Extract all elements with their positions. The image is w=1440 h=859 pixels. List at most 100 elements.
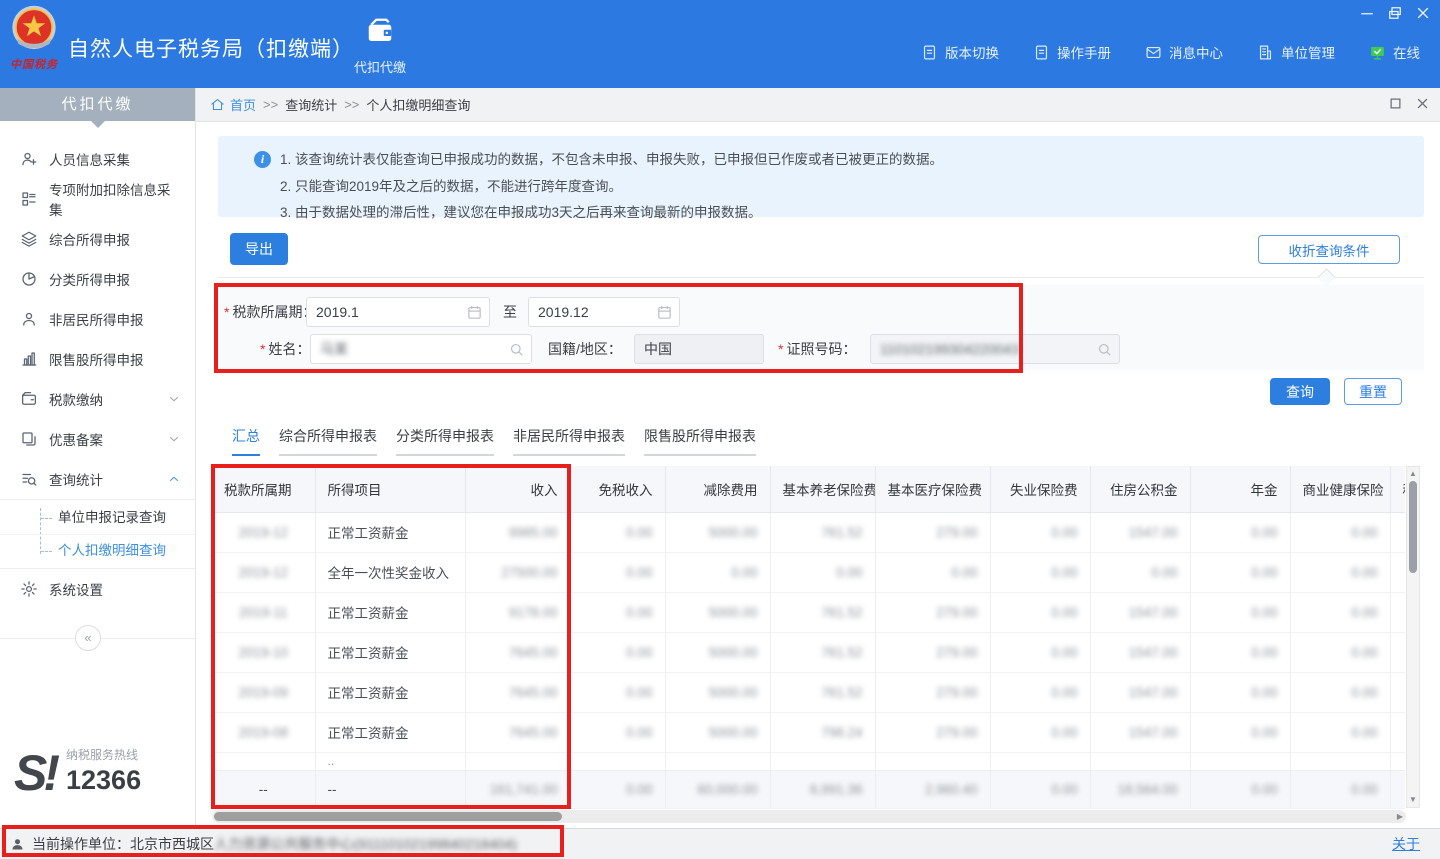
scroll-right-icon[interactable]: ▶ <box>1394 810 1406 823</box>
sidebar-item-query-statistics[interactable]: 查询统计 <box>0 459 195 499</box>
main-panel: 首页 >> 查询统计 >> 个人扣缴明细查询 i 1. 该查询统计表仅能查询已申… <box>196 88 1440 828</box>
cell: 761.52 <box>770 632 875 672</box>
top-menu-version-switch[interactable]: 版本切换 <box>921 42 999 62</box>
tab-summary[interactable]: 汇总 <box>232 426 260 456</box>
horizontal-scrollbar[interactable]: ▶ <box>212 810 1406 823</box>
column-header-2: 收入 <box>465 466 570 512</box>
sidebar-item-label: 非居民所得申报 <box>49 309 144 329</box>
horizontal-scroll-thumb[interactable] <box>214 812 562 821</box>
sidebar-item-classified-income-declare[interactable]: 分类所得申报 <box>0 259 195 299</box>
period-to-input[interactable]: 2019.12 <box>528 297 680 327</box>
sidebar-item-special-deduction-collect[interactable]: 专项附加扣除信息采集 <box>0 179 195 219</box>
vertical-scrollbar[interactable]: ▲ ▼ <box>1406 466 1420 808</box>
panel-close-icon[interactable] <box>1415 96 1430 111</box>
cell: 1547.00 <box>1090 632 1190 672</box>
pie-chart-icon <box>20 270 38 288</box>
sidebar-item-restricted-shares-declare[interactable]: 限售股所得申报 <box>0 339 195 379</box>
tab-comprehensive-income-form[interactable]: 综合所得申报表 <box>279 426 377 456</box>
redacted-value: 0.00 <box>1051 725 1077 740</box>
cell: 279.00 <box>875 632 990 672</box>
sidebar-item-label: 税款缴纳 <box>49 389 103 409</box>
tab-nonresident-income-form[interactable]: 非居民所得申报表 <box>513 426 625 456</box>
sidebar-item-system-settings[interactable]: 系统设置 <box>0 569 195 609</box>
sidebar-subitem-personal-withholding-detail-query[interactable]: 个人扣缴明细查询 <box>0 534 195 566</box>
nationality-input: 中国 <box>634 334 764 364</box>
restore-icon[interactable] <box>1386 4 1404 22</box>
sidebar-collapse-button[interactable]: « <box>75 625 101 651</box>
close-icon[interactable] <box>1414 4 1432 22</box>
cell: -- <box>315 770 465 808</box>
cell: 0.00 <box>570 770 665 808</box>
wallet-icon <box>365 16 395 46</box>
cell: 279.00 <box>875 712 990 752</box>
tab-restricted-shares-form[interactable]: 限售股所得申报表 <box>644 426 756 456</box>
table-row-2: 2019-11正常工资薪金9178.000.005000.00761.52279… <box>212 592 1405 632</box>
sidebar-item-comprehensive-income-declare[interactable]: 综合所得申报 <box>0 219 195 259</box>
search-icon[interactable] <box>1096 341 1113 358</box>
collapse-query-button[interactable]: 收折查询条件 <box>1258 235 1400 264</box>
cell: 18,564.00 <box>1090 770 1190 808</box>
minimize-icon[interactable] <box>1358 4 1376 22</box>
query-button[interactable]: 查询 <box>1270 378 1330 405</box>
scroll-up-icon[interactable]: ▲ <box>1407 468 1419 480</box>
cell <box>1390 672 1405 712</box>
breadcrumb-home[interactable]: 首页 <box>230 95 256 114</box>
name-input[interactable]: 马某 <box>310 334 532 364</box>
building-icon <box>1257 44 1274 61</box>
form-list-icon <box>20 190 38 208</box>
tab-classified-income-form[interactable]: 分类所得申报表 <box>396 426 494 456</box>
status-bar: 当前操作单位：北京市西城区人力资源公共服务中心(9111010219984021… <box>0 828 1440 859</box>
id-number-input[interactable]: 110102199304220043 <box>870 334 1120 364</box>
cell: 2019-08 <box>212 712 315 752</box>
scroll-down-icon[interactable]: ▼ <box>1407 794 1419 806</box>
period-from-input[interactable]: 2019.1 <box>306 297 490 327</box>
cell: 0.00 <box>1290 592 1390 632</box>
reset-button[interactable]: 重置 <box>1344 378 1402 405</box>
tax-bureau-emblem-logo: 中国税务 <box>8 4 66 84</box>
table-row-0: 2019-12正常工资薪金9985.000.005000.00761.52279… <box>212 512 1405 552</box>
cell: 2,960.40 <box>875 770 990 808</box>
panel-restore-icon[interactable] <box>1388 96 1403 111</box>
module-tab-withholding[interactable]: 代扣代缴 <box>348 16 412 76</box>
period-label: 税款所属期： <box>224 302 316 322</box>
calendar-icon[interactable] <box>466 304 483 321</box>
sidebar-item-nonresident-income-declare[interactable]: 非居民所得申报 <box>0 299 195 339</box>
redacted-value: 1547.00 <box>1129 605 1178 620</box>
redacted-value: 2019-10 <box>238 645 288 660</box>
cell <box>570 752 665 770</box>
vertical-scroll-thumb[interactable] <box>1409 481 1417 573</box>
app-title: 自然人电子税务局（扣缴端） <box>68 33 354 63</box>
cell: 正常工资薪金 <box>315 592 465 632</box>
sidebar-item-personnel-info-collect[interactable]: 人员信息采集 <box>0 139 195 179</box>
breadcrumb-query-statistics[interactable]: 查询统计 <box>285 95 337 114</box>
sidebar-item-tax-payment[interactable]: 税款缴纳 <box>0 379 195 419</box>
export-button[interactable]: 导出 <box>230 233 288 265</box>
redacted-value: 0.00 <box>1251 782 1277 797</box>
sidebar-collapse-row: « <box>0 625 195 651</box>
cell: 798.24 <box>770 712 875 752</box>
calendar-icon[interactable] <box>656 304 673 321</box>
redacted-value: 0.00 <box>1351 525 1377 540</box>
top-menu-message-center[interactable]: 消息中心 <box>1145 42 1223 62</box>
cell: 7645.00 <box>465 712 570 752</box>
column-header-11: 税 <box>1390 466 1405 512</box>
top-header: 中国税务 自然人电子税务局（扣缴端） 代扣代缴 版本切换 操作手册 消息中心 单位管理… <box>0 0 1440 88</box>
redacted-value: 279.00 <box>936 725 977 740</box>
column-header-6: 基本医疗保险费 <box>875 466 990 512</box>
top-menu-operation-manual[interactable]: 操作手册 <box>1033 42 1111 62</box>
search-icon[interactable] <box>508 341 525 358</box>
sidebar-subitem-unit-declare-record-query[interactable]: 单位申报记录查询 <box>0 502 195 534</box>
nationality-label: 国籍/地区： <box>548 339 622 359</box>
cell: 0.00 <box>1290 770 1390 808</box>
cell: 0.00 <box>1190 592 1290 632</box>
redacted-value: 0.00 <box>626 565 652 580</box>
sidebar-item-preferential-filing[interactable]: 优惠备案 <box>0 419 195 459</box>
sidebar-item-label: 综合所得申报 <box>49 229 130 249</box>
top-menu-unit-management[interactable]: 单位管理 <box>1257 42 1335 62</box>
redacted-value: 0.00 <box>951 565 977 580</box>
about-link[interactable]: 关于 <box>1392 834 1420 854</box>
redacted-value: 1547.00 <box>1129 645 1178 660</box>
top-menu-online-status[interactable]: 在线 <box>1369 42 1420 62</box>
search-list-icon <box>20 470 38 488</box>
cell: 0.00 <box>1190 552 1290 592</box>
